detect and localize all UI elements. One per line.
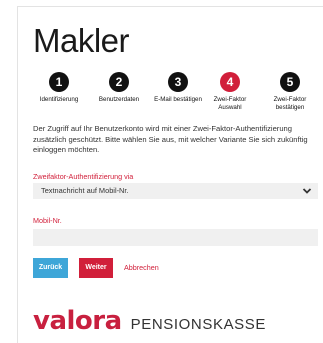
intro-text: Der Zugriff auf Ihr Benutzerkonto wird m… [33,124,308,155]
step-label: Zwei-Faktor bestätigen [273,96,307,111]
step-benutzerdaten: 2 Benutzerdaten [89,72,149,104]
progress-steps: 1 Identifizierung 2 Benutzerdaten 3 E-Ma… [33,72,318,122]
step-number: 2 [109,72,129,92]
page-title: Makler [33,22,130,59]
step-label: Identifizierung [39,96,79,103]
chevron-down-icon [302,188,312,194]
back-button[interactable]: Zurück [33,258,68,278]
step-email-bestaetigen: 3 E-Mail bestätigen [148,72,208,104]
step-number: 1 [49,72,69,92]
step-label: Zwei-Faktor Auswahl [213,96,247,111]
logo-subtitle: PENSIONSKASSE [130,316,266,333]
step-number: 4 [220,72,240,92]
next-button[interactable]: Weiter [79,258,113,278]
mobile-number-input[interactable] [33,229,318,246]
mobile-label: Mobil-Nr. [33,216,62,225]
step-zwei-faktor-bestaetigen: 5 Zwei-Faktor bestätigen [265,72,315,111]
step-number: 3 [168,72,188,92]
step-label: Benutzerdaten [98,96,140,103]
step-label: E-Mail bestätigen [154,96,202,103]
twofactor-select-value: Textnachricht auf Mobil-Nr. [41,186,129,195]
twofactor-select[interactable]: Textnachricht auf Mobil-Nr. [33,183,318,199]
step-identifizierung: 1 Identifizierung [29,72,89,104]
valora-logo: valora PENSIONSKASSE [33,306,266,336]
logo-brand: valora [33,306,122,336]
step-number: 5 [280,72,300,92]
twofactor-label: Zweifaktor-Authentifizierung via [33,172,134,181]
step-zwei-faktor-auswahl: 4 Zwei-Faktor Auswahl [208,72,252,111]
cancel-button[interactable]: Abbrechen [124,258,159,278]
